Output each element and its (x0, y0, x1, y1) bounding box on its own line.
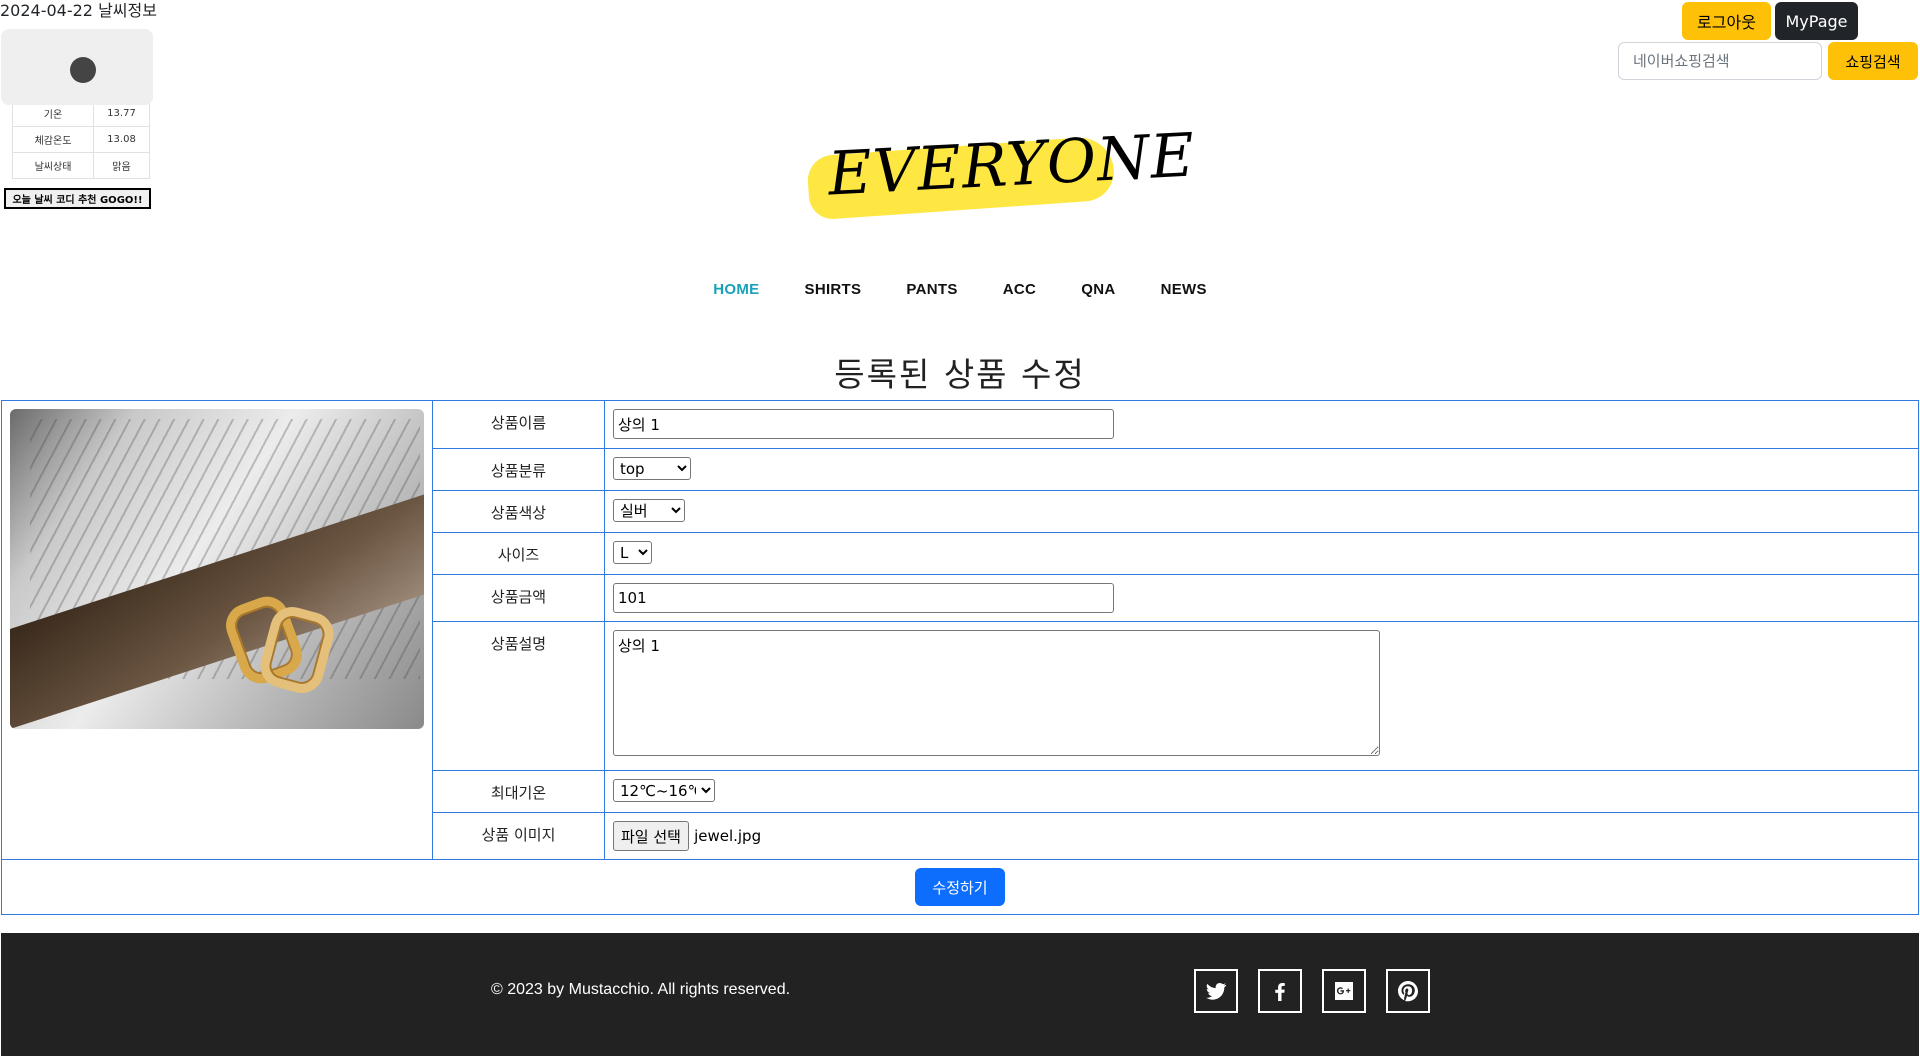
weather-value: 맑음 (93, 152, 150, 179)
max-temp-label: 최대기온 (432, 770, 605, 813)
product-edit-form: 상품이름 상품분류 top 상품색상 실버 사이즈 L 상품금액 (1, 400, 1919, 915)
logo-text: EVERYONE (826, 120, 1197, 210)
product-image-cell (1, 400, 433, 860)
description-label: 상품설명 (432, 621, 605, 771)
color-field-cell: 실버 (604, 490, 1919, 533)
weather-title: 날씨정보 (98, 1, 157, 20)
product-price-input[interactable] (613, 583, 1114, 613)
nav-home[interactable]: HOME (713, 281, 759, 298)
max-temp-select[interactable]: 12℃~16℃ (613, 779, 715, 802)
footer-copyright: © 2023 by Mustacchio. All rights reserve… (491, 981, 791, 998)
image-field-cell: 파일 선택 jewel.jpg (604, 812, 1919, 860)
facebook-glyph (1275, 983, 1285, 1001)
weather-row-condition: 날씨상태 맑음 (12, 152, 150, 179)
mypage-button[interactable]: MyPage (1775, 2, 1858, 40)
submit-edit-button[interactable]: 수정하기 (915, 868, 1005, 906)
size-field-cell: L (604, 532, 1919, 575)
google-plus-glyph (1335, 982, 1353, 1000)
logout-button[interactable]: 로그아웃 (1682, 2, 1771, 40)
category-label: 상품분류 (432, 448, 605, 491)
page-title: 등록된 상품 수정 (834, 355, 1086, 394)
shopping-search-input[interactable] (1618, 42, 1822, 80)
weather-value: 13.08 (93, 126, 150, 153)
size-label: 사이즈 (432, 532, 605, 575)
price-label: 상품금액 (432, 574, 605, 622)
weather-icon-cell (1, 29, 153, 105)
nav-acc[interactable]: ACC (1003, 281, 1036, 298)
weather-label: 날씨상태 (12, 152, 94, 179)
product-image (10, 409, 424, 729)
image-label: 상품 이미지 (432, 812, 605, 860)
site-logo[interactable]: EVERYONE (800, 120, 1197, 221)
color-label: 상품색상 (432, 490, 605, 533)
size-select[interactable]: L (613, 541, 652, 564)
category-field-cell: top (604, 448, 1919, 491)
nav-qna[interactable]: QNA (1081, 281, 1115, 298)
category-select[interactable]: top (613, 457, 691, 480)
weather-label: 체감온도 (12, 126, 94, 153)
product-description-textarea[interactable]: 상의 1 (613, 630, 1380, 756)
name-field-cell (604, 400, 1919, 449)
twitter-glyph (1206, 982, 1227, 1000)
shopping-search-button[interactable]: 쇼핑검색 (1828, 42, 1918, 80)
twitter-icon[interactable] (1194, 969, 1238, 1013)
weather-row-feels: 체감온도 13.08 (12, 126, 150, 153)
sun-icon (70, 57, 96, 83)
main-nav: HOME SHIRTS PANTS ACC QNA NEWS (0, 279, 1920, 298)
weather-widget: 2024-04-22 날씨정보 기온 13.77 체감온도 13.08 날씨상태… (0, 0, 160, 209)
coordi-recommend-button[interactable]: 오늘 날씨 코디 추천 GOGO!! (4, 188, 151, 209)
nav-shirts[interactable]: SHIRTS (805, 281, 862, 298)
file-name: jewel.jpg (694, 827, 762, 845)
pinterest-glyph (1398, 981, 1418, 1002)
nav-pants[interactable]: PANTS (906, 281, 957, 298)
product-name-input[interactable] (613, 409, 1114, 439)
facebook-icon[interactable] (1258, 969, 1302, 1013)
weather-table: 기온 13.77 체감온도 13.08 날씨상태 맑음 (1, 29, 153, 179)
name-label: 상품이름 (432, 400, 605, 449)
price-field-cell (604, 574, 1919, 622)
submit-cell: 수정하기 (1, 859, 1919, 915)
nav-news[interactable]: NEWS (1161, 281, 1207, 298)
pinterest-icon[interactable] (1386, 969, 1430, 1013)
color-select[interactable]: 실버 (613, 499, 685, 522)
max-temp-field-cell: 12℃~16℃ (604, 770, 1919, 813)
weather-heading: 2024-04-22 날씨정보 (0, 0, 160, 22)
description-field-cell: 상의 1 (604, 621, 1919, 771)
site-footer: © 2023 by Mustacchio. All rights reserve… (1, 933, 1919, 1056)
file-select-button[interactable]: 파일 선택 (613, 821, 689, 851)
weather-date: 2024-04-22 (0, 1, 93, 20)
google-plus-icon[interactable] (1322, 969, 1366, 1013)
